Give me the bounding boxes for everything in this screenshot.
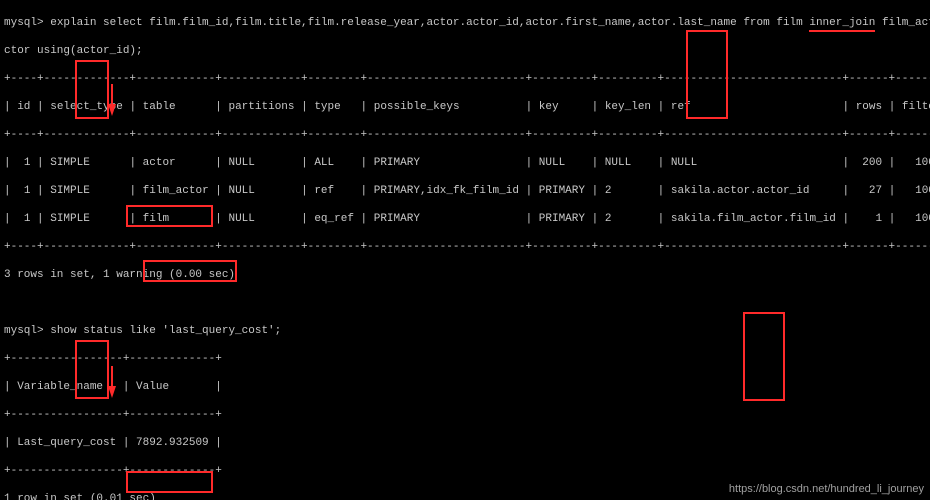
table-row: | 1 | SIMPLE | actor | NULL | ALL | PRIM… [4,156,926,170]
watermark-text: https://blog.csdn.net/hundred_li_journey [729,482,924,496]
result-footer: 3 rows in set, 1 warning (0.00 sec) [4,268,926,282]
table-row: | 1 | SIMPLE | film_actor | NULL | ref |… [4,184,926,198]
query-explain-1: explain select film.film_id,film.title,f… [50,17,930,32]
query-explain-1-cont: ctor using(actor_id); [4,44,926,58]
table-header: | id | select_type | table | partitions … [4,100,926,114]
query-show-status-1: show status like 'last_query_cost'; [50,325,281,337]
table-border: +-----------------+-------------+ [4,408,926,422]
table-border: +-----------------+-------------+ [4,464,926,478]
table-header: | Variable_name | Value | [4,380,926,394]
table-border: +----+-------------+------------+-------… [4,240,926,254]
table-border: +-----------------+-------------+ [4,352,926,366]
table-border: +----+-------------+------------+-------… [4,72,926,86]
terminal-output: mysql> explain select film.film_id,film.… [0,0,930,500]
annotation-inner-join-1: inner_join [809,17,875,32]
table-row: | Last_query_cost | 7892.932509 | [4,436,926,450]
mysql-prompt: mysql> [4,325,44,337]
mysql-prompt: mysql> [4,17,44,29]
table-border: +----+-------------+------------+-------… [4,128,926,142]
table-row: | 1 | SIMPLE | film | NULL | eq_ref | PR… [4,212,926,226]
